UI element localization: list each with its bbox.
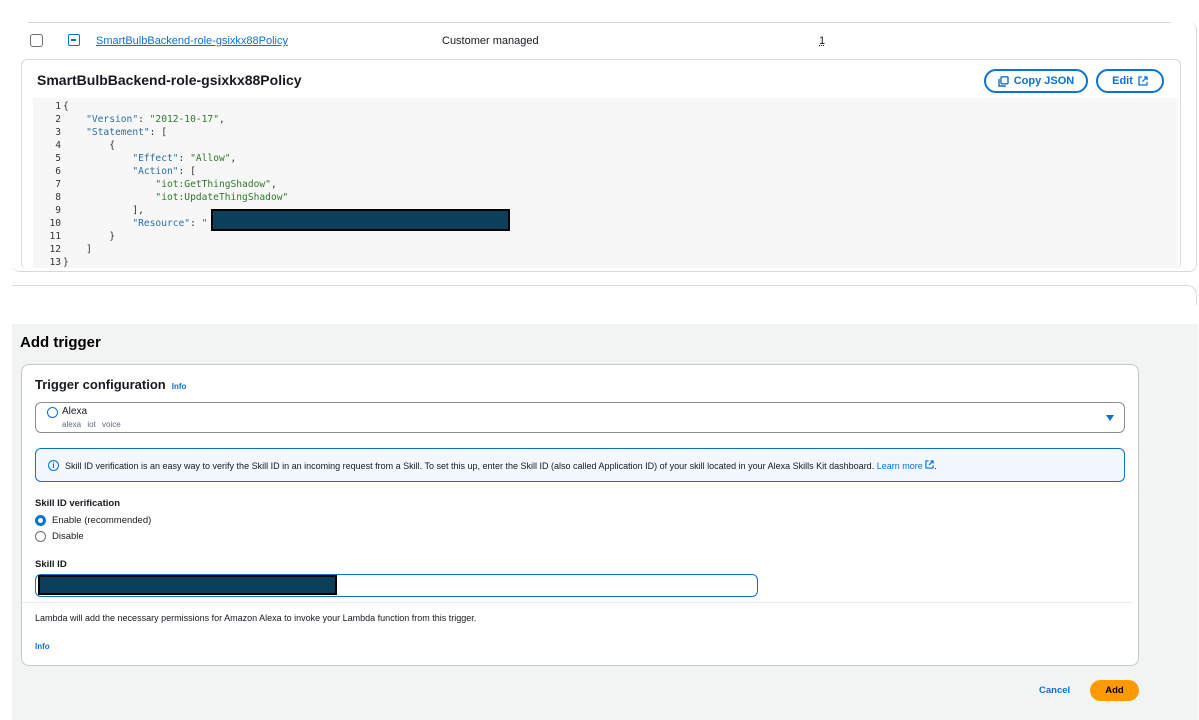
json-key: "Effect" <box>132 153 179 164</box>
line-number: 11 <box>49 231 61 242</box>
line-number: 10 <box>49 218 61 229</box>
json-value: "iot:UpdateThingShadow" <box>155 192 289 203</box>
policy-json-code: { "Version": "2012-10-17", "Statement": … <box>63 100 510 269</box>
policy-json-editor[interactable]: 1 2 3 4 5 6 7 8 9 10 11 12 13 { "Version… <box>33 98 1178 268</box>
radio-unchecked-icon[interactable] <box>35 531 46 542</box>
edit-button[interactable]: Edit <box>1096 69 1164 93</box>
line-number: 5 <box>55 153 61 164</box>
policy-name-link[interactable]: SmartBulbBackend-role-gsixkx88Policy <box>96 35 288 47</box>
disable-label: Disable <box>52 531 84 542</box>
skill-id-input[interactable] <box>35 574 758 597</box>
cancel-button[interactable]: Cancel <box>1039 685 1070 696</box>
copy-icon <box>998 75 1009 87</box>
caret-down-icon <box>1106 415 1114 421</box>
alert-text: Skill ID verification is an easy way to … <box>65 460 937 471</box>
external-link-icon <box>925 460 934 469</box>
table-row: SmartBulbBackend-role-gsixkx88Policy Cus… <box>12 28 1182 56</box>
line-number: 12 <box>49 244 61 255</box>
learn-more-link[interactable]: Learn more <box>876 460 935 471</box>
page-title: Add trigger <box>20 334 101 351</box>
policy-panel-title: SmartBulbBackend-role-gsixkx88Policy <box>37 72 302 88</box>
alert-message: Skill ID verification is an easy way to … <box>65 461 875 471</box>
info-icon: i <box>48 460 59 471</box>
json-value: "2012-10-17" <box>149 114 219 125</box>
copy-json-button[interactable]: Copy JSON <box>984 69 1088 93</box>
policy-section: SmartBulbBackend-role-gsixkx88Policy Cus… <box>0 0 1199 290</box>
add-button[interactable]: Add <box>1090 680 1139 701</box>
skill-id-verification-label: Skill ID verification <box>35 498 120 509</box>
trigger-config-heading: Trigger configuration Info <box>35 377 186 392</box>
source-radio-icon <box>47 407 58 418</box>
radio-checked-icon[interactable] <box>35 515 46 526</box>
enable-label: Enable (recommended) <box>52 515 152 526</box>
json-value: "Allow" <box>190 153 231 164</box>
line-number: 9 <box>55 205 61 216</box>
info-alert: i Skill ID verification is an easy way t… <box>35 448 1125 482</box>
info-link[interactable]: Info <box>172 382 187 391</box>
divider <box>22 602 1132 603</box>
skill-id-label: Skill ID <box>35 559 67 570</box>
line-number: 3 <box>55 127 61 138</box>
edit-label: Edit <box>1112 75 1133 87</box>
json-key: "Statement" <box>86 127 150 138</box>
policy-detail-panel: SmartBulbBackend-role-gsixkx88Policy Cop… <box>21 59 1181 269</box>
line-number: 2 <box>55 114 61 125</box>
json-key: "Resource" <box>132 218 191 229</box>
line-number-gutter: 1 2 3 4 5 6 7 8 9 10 11 12 13 <box>33 100 61 269</box>
line-number: 4 <box>55 140 61 151</box>
copy-json-label: Copy JSON <box>1013 75 1075 87</box>
line-number: 6 <box>55 166 61 177</box>
json-value: " <box>201 218 208 229</box>
external-link-icon <box>1138 76 1148 86</box>
line-number: 7 <box>55 179 61 190</box>
json-value: "iot:GetThingShadow" <box>155 179 271 190</box>
json-key: "Version" <box>86 114 139 125</box>
redacted-resource <box>211 209 510 231</box>
row-checkbox[interactable] <box>30 34 43 47</box>
permissions-note: Lambda will add the necessary permission… <box>35 613 477 623</box>
trigger-config-title: Trigger configuration <box>35 377 166 392</box>
trigger-source-select[interactable]: Alexa alexa iot voice <box>35 402 1125 433</box>
section-divider <box>12 285 1197 305</box>
policy-type: Customer managed <box>442 35 539 47</box>
line-number: 13 <box>49 257 61 268</box>
json-key: "Action" <box>132 166 179 177</box>
add-label: Add <box>1105 685 1124 696</box>
info-link-footer[interactable]: Info <box>35 642 50 651</box>
redacted-skill-id <box>38 575 337 595</box>
source-tags: alexa iot voice <box>62 420 121 429</box>
learn-more-label: Learn more <box>876 461 923 471</box>
collapse-icon[interactable] <box>68 34 80 46</box>
line-number: 1 <box>55 101 61 112</box>
trigger-configuration-card: Trigger configuration Info Alexa alexa io… <box>21 364 1139 666</box>
attached-entities-count[interactable]: 1 <box>819 35 825 47</box>
line-number: 8 <box>55 192 61 203</box>
source-label: Alexa <box>62 406 88 417</box>
